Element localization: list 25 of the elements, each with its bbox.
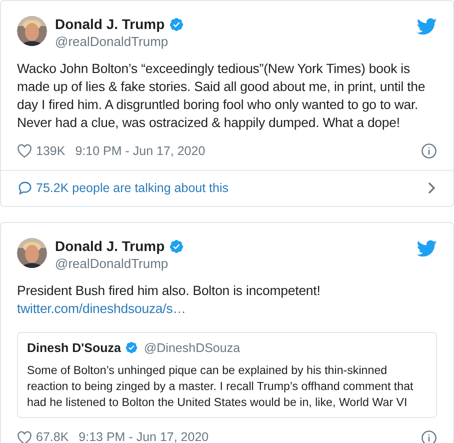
tweet-timestamp[interactable]: 9:13 PM - Jun 17, 2020 bbox=[78, 428, 209, 443]
tweet-timestamp[interactable]: 9:10 PM - Jun 17, 2020 bbox=[75, 142, 206, 161]
info-icon[interactable] bbox=[421, 430, 437, 443]
speech-bubble-icon bbox=[18, 181, 32, 196]
author-name[interactable]: Donald J. Trump bbox=[55, 238, 165, 254]
heart-icon[interactable] bbox=[17, 144, 32, 158]
tweet-text: President Bush fired him also. Bolton is incompetent! twitter.com/dineshdsouza/s… bbox=[17, 282, 322, 318]
chevron-right-icon[interactable] bbox=[426, 181, 436, 196]
author-handle[interactable]: @realDonaldTrump bbox=[55, 254, 184, 272]
like-count[interactable]: 139K bbox=[36, 142, 66, 161]
tweet-text: Wacko John Bolton’s “exceedingly tedious”(New York Times) book is made up of lies & fake stories. Said all good about me, in print, until the day I fired him. A disgruntled boring fool who only wanted to go to war. Never had a clue, was ostracized & happily dumped. What a dope! bbox=[17, 60, 426, 132]
conversation-text[interactable]: 75.2K people are talking about this bbox=[36, 178, 228, 198]
bird-icon[interactable] bbox=[417, 240, 437, 256]
info-icon[interactable] bbox=[421, 143, 437, 160]
like-count[interactable]: 67.8K bbox=[36, 428, 69, 443]
conversation-link[interactable]: 75.2K people are talking about this bbox=[1, 170, 453, 206]
author-name[interactable]: Donald J. Trump bbox=[55, 16, 165, 33]
author-handle[interactable]: @DineshDSouza bbox=[144, 338, 240, 358]
heart-icon[interactable] bbox=[17, 430, 32, 443]
author-name[interactable]: Dinesh D'Souza bbox=[27, 338, 121, 358]
tweet-link[interactable]: twitter.com/dineshdsouza/s… bbox=[17, 300, 186, 316]
author-handle[interactable]: @realDonaldTrump bbox=[55, 33, 184, 50]
quoted-text: Some of Bolton’s unhinged pique can be explained by his thin-skinned reaction to being zinged by a master. I recall Trump’s offhand comment that had he listened to Bolton the United States would be in, like, World War VI bbox=[27, 363, 414, 412]
bird-icon[interactable] bbox=[417, 18, 437, 35]
quoted-tweet[interactable] bbox=[17, 332, 437, 418]
